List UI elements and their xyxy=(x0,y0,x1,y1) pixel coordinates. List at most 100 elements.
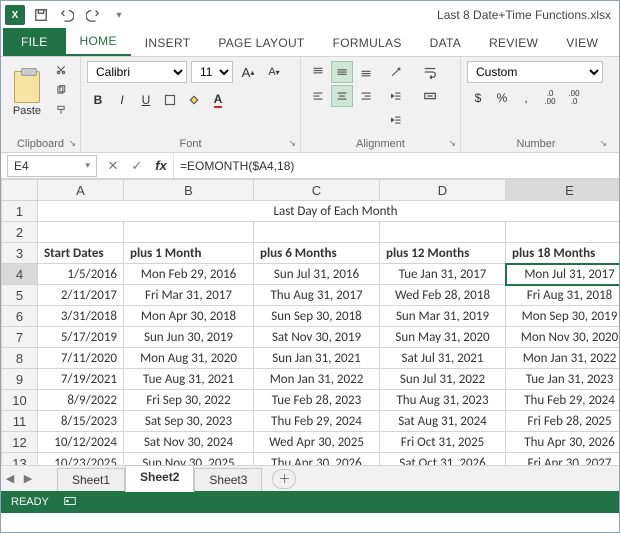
row-header[interactable]: 1 xyxy=(2,201,38,222)
cell[interactable]: Thu Feb 29, 2024 xyxy=(506,390,620,411)
row-header[interactable]: 2 xyxy=(2,222,38,243)
format-painter-icon[interactable] xyxy=(51,101,71,119)
cell[interactable]: Tue Jan 31, 2023 xyxy=(506,369,620,390)
cell[interactable]: Mon Jul 31, 2017 xyxy=(506,264,620,285)
cell[interactable]: Mon Apr 30, 2018 xyxy=(124,306,254,327)
sheet-tab-sheet3[interactable]: Sheet3 xyxy=(194,468,262,491)
row-header[interactable]: 12 xyxy=(2,432,38,453)
sheet-nav-next-icon[interactable]: ▶ xyxy=(19,472,37,485)
col-header-b[interactable]: B xyxy=(124,180,254,201)
select-all-corner[interactable] xyxy=(2,180,38,201)
title-cell[interactable]: Last Day of Each Month xyxy=(38,201,620,222)
col-header-d[interactable]: D xyxy=(380,180,506,201)
row-header[interactable]: 6 xyxy=(2,306,38,327)
cell[interactable]: Tue Aug 31, 2021 xyxy=(124,369,254,390)
cell[interactable]: Tue Feb 28, 2023 xyxy=(254,390,380,411)
cell[interactable]: Fri Feb 28, 2025 xyxy=(506,411,620,432)
col-header-c[interactable]: C xyxy=(254,180,380,201)
row-header[interactable]: 8 xyxy=(2,348,38,369)
header-cell[interactable]: Start Dates xyxy=(38,243,124,264)
cell[interactable]: Fri Oct 31, 2025 xyxy=(380,432,506,453)
font-color-icon[interactable]: A xyxy=(207,89,229,111)
cell[interactable]: Mon Jan 31, 2022 xyxy=(254,369,380,390)
cell[interactable] xyxy=(38,222,124,243)
alignment-dialog-launcher-icon[interactable]: ↘ xyxy=(448,138,456,149)
cell[interactable]: 7/11/2020 xyxy=(38,348,124,369)
cell[interactable]: Sat Jul 31, 2021 xyxy=(380,348,506,369)
number-format-select[interactable]: Custom xyxy=(467,61,603,83)
comma-format-icon[interactable]: , xyxy=(515,87,537,109)
merge-center-icon[interactable] xyxy=(417,85,443,107)
font-size-select[interactable]: 11 xyxy=(191,61,233,83)
cell[interactable]: Sat Sep 30, 2023 xyxy=(124,411,254,432)
cell[interactable]: Fri Mar 31, 2017 xyxy=(124,285,254,306)
tab-insert[interactable]: INSERT xyxy=(131,30,205,56)
new-sheet-icon[interactable]: ＋ xyxy=(272,469,296,489)
border-icon[interactable] xyxy=(159,89,181,111)
undo-icon[interactable] xyxy=(57,5,77,25)
cell[interactable]: Sat Nov 30, 2019 xyxy=(254,327,380,348)
number-dialog-launcher-icon[interactable]: ↘ xyxy=(599,138,607,149)
qat-customize-icon[interactable]: ▾ xyxy=(109,5,129,25)
cell[interactable]: Thu Apr 30, 2026 xyxy=(506,432,620,453)
align-left-icon[interactable] xyxy=(307,85,329,107)
cell[interactable]: 7/19/2021 xyxy=(38,369,124,390)
header-cell[interactable]: plus 12 Months xyxy=(380,243,506,264)
save-icon[interactable] xyxy=(31,5,51,25)
cell[interactable]: Wed Apr 30, 2025 xyxy=(254,432,380,453)
row-header[interactable]: 13 xyxy=(2,453,38,466)
increase-decimal-icon[interactable]: .0.00 xyxy=(539,87,561,109)
decrease-indent-icon[interactable] xyxy=(385,85,407,107)
cell[interactable]: Mon Nov 30, 2020 xyxy=(506,327,620,348)
shrink-font-icon[interactable]: A▾ xyxy=(263,61,285,83)
cell[interactable]: Mon Jan 31, 2022 xyxy=(506,348,620,369)
tab-data[interactable]: DATA xyxy=(416,30,475,56)
cell[interactable]: 8/15/2023 xyxy=(38,411,124,432)
cell[interactable]: Mon Feb 29, 2016 xyxy=(124,264,254,285)
copy-icon[interactable] xyxy=(51,81,71,99)
header-cell[interactable]: plus 1 Month xyxy=(124,243,254,264)
cell[interactable]: Sun Mar 31, 2019 xyxy=(380,306,506,327)
accounting-format-icon[interactable]: $ xyxy=(467,87,489,109)
cell[interactable]: Sat Aug 31, 2024 xyxy=(380,411,506,432)
italic-button[interactable]: I xyxy=(111,89,133,111)
cell[interactable]: Fri Apr 30, 2027 xyxy=(506,453,620,466)
spreadsheet-grid[interactable]: A B C D E 1 Last Day of Each Month 2 3 S… xyxy=(1,179,619,465)
cell[interactable]: 1/5/2016 xyxy=(38,264,124,285)
grow-font-icon[interactable]: A▴ xyxy=(237,61,259,83)
insert-function-icon[interactable]: fx xyxy=(149,158,173,173)
row-header[interactable]: 7 xyxy=(2,327,38,348)
row-header[interactable]: 10 xyxy=(2,390,38,411)
row-header[interactable]: 11 xyxy=(2,411,38,432)
cell[interactable] xyxy=(124,222,254,243)
cell[interactable]: Sun Jul 31, 2022 xyxy=(380,369,506,390)
row-header[interactable]: 4 xyxy=(2,264,38,285)
percent-format-icon[interactable]: % xyxy=(491,87,513,109)
cell[interactable]: Thu Apr 30, 2026 xyxy=(254,453,380,466)
cell[interactable]: Fri Aug 31, 2018 xyxy=(506,285,620,306)
bold-button[interactable]: B xyxy=(87,89,109,111)
sheet-tab-sheet1[interactable]: Sheet1 xyxy=(57,468,125,491)
col-header-a[interactable]: A xyxy=(38,180,124,201)
enter-formula-icon[interactable]: ✓ xyxy=(125,158,149,174)
tab-review[interactable]: REVIEW xyxy=(475,30,552,56)
cell[interactable]: 2/11/2017 xyxy=(38,285,124,306)
macro-record-icon[interactable] xyxy=(63,494,77,511)
cell[interactable] xyxy=(380,222,506,243)
wrap-text-icon[interactable] xyxy=(417,61,443,83)
tab-view[interactable]: VIEW xyxy=(552,30,612,56)
increase-indent-icon[interactable] xyxy=(385,109,407,131)
formula-input[interactable]: =EOMONTH($A4,18) xyxy=(173,153,619,178)
sheet-nav-prev-icon[interactable]: ◀ xyxy=(1,472,19,485)
underline-button[interactable]: U xyxy=(135,89,157,111)
cell[interactable]: Sun May 31, 2020 xyxy=(380,327,506,348)
cell[interactable]: Sat Nov 30, 2024 xyxy=(124,432,254,453)
cell[interactable] xyxy=(254,222,380,243)
cancel-formula-icon[interactable]: ✕ xyxy=(101,158,125,174)
cell[interactable]: 3/31/2018 xyxy=(38,306,124,327)
cell[interactable]: Thu Aug 31, 2023 xyxy=(380,390,506,411)
cell[interactable]: Sat Oct 31, 2026 xyxy=(380,453,506,466)
cell[interactable]: 5/17/2019 xyxy=(38,327,124,348)
font-name-select[interactable]: Calibri xyxy=(87,61,187,83)
cell[interactable]: Thu Feb 29, 2024 xyxy=(254,411,380,432)
